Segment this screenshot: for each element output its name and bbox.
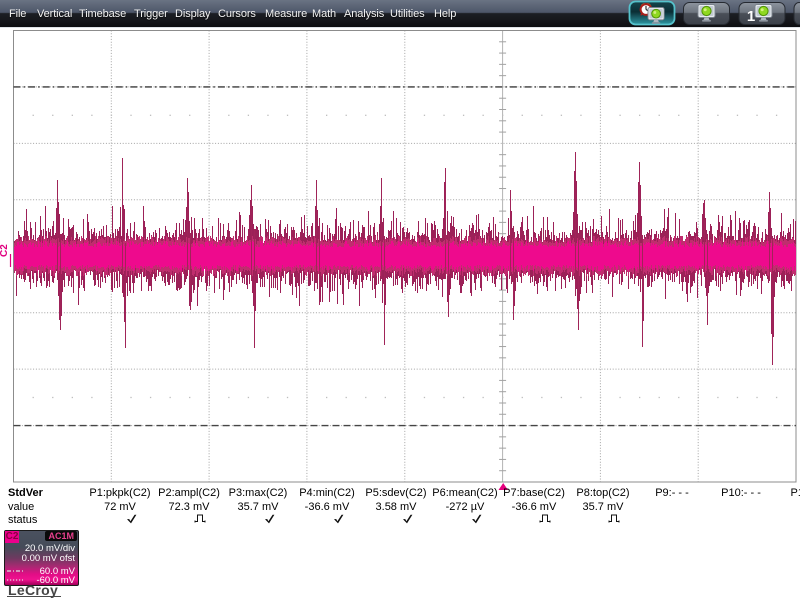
svg-text:1: 1 — [747, 8, 755, 25]
svg-text:C2: C2 — [0, 244, 10, 257]
